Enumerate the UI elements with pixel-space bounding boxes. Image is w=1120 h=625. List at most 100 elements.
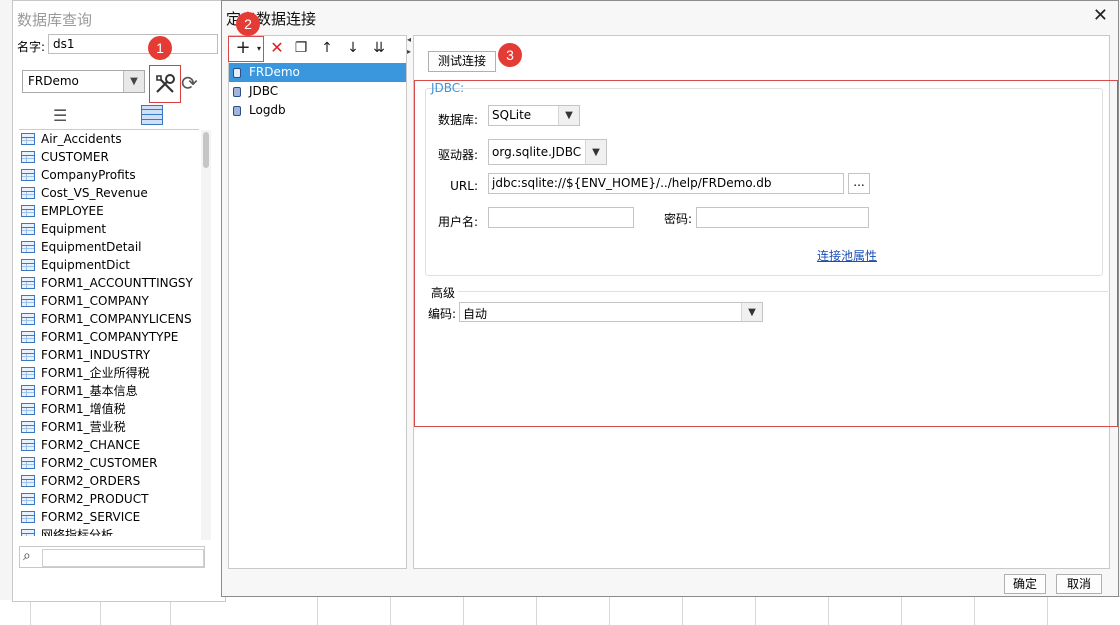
table-name: EquipmentDetail [41,240,142,254]
close-icon[interactable]: ✕ [1093,5,1108,26]
refresh-icon[interactable]: ⟳ [181,71,198,95]
table-icon [21,151,35,163]
table-name: Cost_VS_Revenue [41,186,148,200]
encoding-select[interactable]: 自动 ▼ [459,302,763,322]
table-name: EMPLOYEE [41,204,104,218]
table-list-item[interactable]: EquipmentDict [19,256,199,274]
test-connection-button[interactable]: 测试连接 [428,51,496,72]
cancel-button[interactable]: 取消 [1056,574,1102,594]
table-list-item[interactable]: FORM1_基本信息 [19,382,199,400]
table-name: EquipmentDict [41,258,131,272]
table-list-item[interactable]: FORM1_COMPANYTYPE [19,328,199,346]
connection-item-jdbc[interactable]: JDBC [229,82,406,101]
table-list-item[interactable]: FORM1_营业税 [19,418,199,436]
table-name: FORM1_增值税 [41,402,126,416]
table-list-scrollbar[interactable] [201,130,211,540]
delete-icon[interactable]: ✕ [267,38,287,57]
table-list-item[interactable]: FORM1_增值税 [19,400,199,418]
table-list-item[interactable]: EMPLOYEE [19,202,199,220]
table-list-item[interactable]: Cost_VS_Revenue [19,184,199,202]
table-icon [21,169,35,181]
table-icon [21,439,35,451]
table-list-item[interactable]: FORM2_CUSTOMER [19,454,199,472]
chevron-down-icon: ▼ [558,106,579,125]
connection-item-label: FRDemo [249,65,300,79]
driver-select[interactable]: org.sqlite.JDBC ▼ [488,139,607,165]
table-name: FORM2_SERVICE [41,510,141,524]
table-name: FORM1_COMPANYLICENS [41,312,192,326]
connection-item-frdemo[interactable]: FRDemo [229,63,406,82]
username-input[interactable] [488,207,634,228]
search-input[interactable] [42,549,204,567]
table-icon [21,511,35,523]
table-list-item[interactable]: CUSTOMER [19,148,199,166]
table-search[interactable]: ⌕ [19,546,205,568]
table-icon [21,223,35,235]
define-connection-dialog: 定义数据连接 ✕ + ▾ ✕ ❐ ↑ ↓ ⇊ FRDemo JDBC Logdb [221,0,1119,597]
connection-item-label: Logdb [249,103,286,117]
search-icon: ⌕ [23,548,31,564]
table-icon [21,295,35,307]
table-list-item[interactable]: Equipment [19,220,199,238]
table-name: CUSTOMER [41,150,109,164]
database-select-value: SQLite [492,108,532,122]
database-select[interactable]: SQLite ▼ [488,105,580,126]
define-connection-button[interactable] [149,65,181,103]
move-up-icon[interactable]: ↑ [317,40,337,56]
browse-button[interactable]: ... [848,173,870,194]
table-view-icon[interactable] [141,105,163,125]
url-label: URL: [450,179,478,193]
table-list-item[interactable]: EquipmentDetail [19,238,199,256]
table-list-item[interactable]: FORM1_企业所得税 [19,364,199,382]
add-button-highlight [228,36,264,62]
view-tabs: ☰ [19,105,199,130]
table-name: FORM1_企业所得税 [41,366,150,380]
connection-select[interactable]: FRDemo ▼ [22,70,145,93]
database-icon [233,86,241,97]
callout-badge-1: 1 [148,36,172,60]
table-list-item[interactable]: FORM1_ACCOUNTTINGSY [19,274,199,292]
table-icon [21,457,35,469]
table-name: FORM2_CUSTOMER [41,456,158,470]
connection-item-label: JDBC [249,84,279,98]
table-icon [21,133,35,145]
table-list-item[interactable]: FORM1_INDUSTRY [19,346,199,364]
table-list-item[interactable]: 网络指标分析 [19,526,199,536]
url-input[interactable]: jdbc:sqlite://${ENV_HOME}/../help/FRDemo… [488,173,844,194]
table-list-item[interactable]: FORM2_PRODUCT [19,490,199,508]
database-label: 数据库: [437,113,478,127]
table-name: FORM1_ACCOUNTTINGSY [41,276,193,290]
table-icon [21,331,35,343]
table-list-item[interactable]: FORM2_CHANCE [19,436,199,454]
background-strip [0,0,12,600]
table-list: Air_Accidents CUSTOMER CompanyProfits Cost_… [19,130,199,536]
copy-icon[interactable]: ❐ [291,40,311,56]
database-icon [233,67,241,78]
table-icon [21,313,35,325]
table-icon [21,205,35,217]
table-list-item[interactable]: CompanyProfits [19,166,199,184]
ok-button[interactable]: 确定 [1004,574,1046,594]
list-view-icon[interactable]: ☰ [53,106,67,125]
table-list-item[interactable]: FORM2_SERVICE [19,508,199,526]
table-list-item[interactable]: Air_Accidents [19,130,199,148]
table-list-item[interactable]: FORM1_COMPANY [19,292,199,310]
table-list-item[interactable]: FORM1_COMPANYLICENS [19,310,199,328]
table-name: FORM1_营业税 [41,420,126,434]
jdbc-legend: JDBC: [431,81,465,95]
table-icon [21,187,35,199]
table-name: FORM1_COMPANYTYPE [41,330,179,344]
sort-icon[interactable]: ⇊ [369,40,389,56]
table-name: FORM2_CHANCE [41,438,141,452]
name-input[interactable]: ds1 [48,34,218,54]
password-input[interactable] [696,207,869,228]
table-list-item[interactable]: FORM2_ORDERS [19,472,199,490]
move-down-icon[interactable]: ↓ [343,40,363,56]
connection-pool-link[interactable]: 连接池属性 [817,247,877,264]
encoding-label: 编码: [428,307,457,321]
connection-list-pane: + ▾ ✕ ❐ ↑ ↓ ⇊ FRDemo JDBC Logdb [228,35,407,569]
connection-item-logdb[interactable]: Logdb [229,101,406,120]
table-name: Equipment [41,222,107,236]
table-icon [21,277,35,289]
table-icon [21,367,35,379]
